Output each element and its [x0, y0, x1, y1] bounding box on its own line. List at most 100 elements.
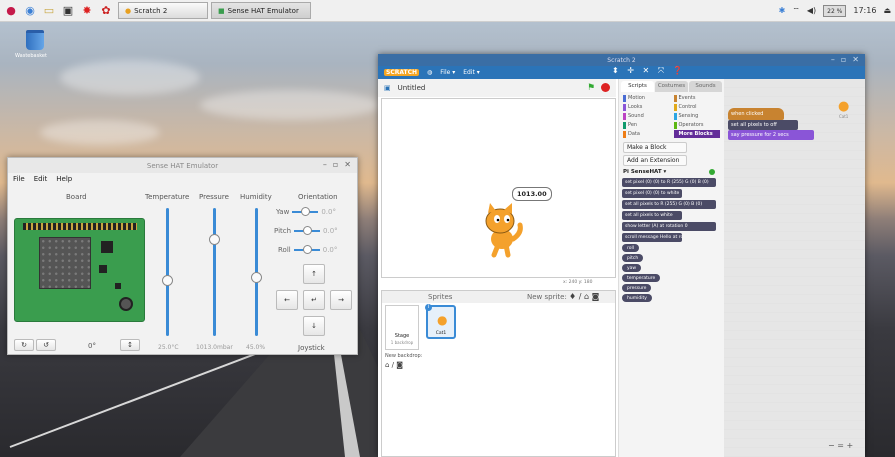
- sprite-info-icon[interactable]: i: [425, 304, 432, 311]
- wastebasket-desktop-icon[interactable]: Wastebasket: [15, 30, 50, 59]
- joystick-left-button[interactable]: ←: [276, 290, 298, 310]
- roll-control[interactable]: Roll 0.0°: [278, 245, 337, 254]
- bluetooth-icon[interactable]: ✱: [779, 6, 786, 15]
- sensehat-block[interactable]: scroll message Hello at rotation 0: [622, 233, 682, 242]
- joystick-up-button[interactable]: ↑: [303, 264, 325, 284]
- rotate-right-button[interactable]: ↺: [36, 339, 56, 351]
- pitch-slider[interactable]: [294, 226, 321, 235]
- green-flag-icon[interactable]: ⚑: [587, 83, 595, 93]
- reporter-block[interactable]: temperature: [622, 274, 661, 282]
- scratch-cat-sprite[interactable]: [476, 203, 526, 259]
- volume-icon[interactable]: ◀): [807, 6, 816, 15]
- browser-icon[interactable]: ◉: [23, 4, 37, 18]
- taskbar-app-sensehat[interactable]: ■ Sense HAT Emulator: [211, 2, 311, 19]
- menu-edit[interactable]: Edit ▾: [463, 69, 480, 76]
- fullscreen-icon[interactable]: ▣: [384, 84, 391, 92]
- pitch-control[interactable]: Pitch 0.0°: [274, 226, 338, 235]
- stage-thumbnail[interactable]: Stage 1 backdrop: [385, 305, 419, 350]
- extension-name[interactable]: Pi SenseHAT ▾: [623, 169, 666, 175]
- file-manager-icon[interactable]: ▭: [42, 4, 56, 18]
- mathematica-icon[interactable]: ✿: [99, 4, 113, 18]
- pressure-slider-handle[interactable]: [209, 234, 220, 245]
- script-block[interactable]: say pressure for 2 secs: [728, 130, 814, 140]
- reporter-block[interactable]: humidity: [622, 294, 652, 302]
- menu-file[interactable]: File ▾: [440, 69, 455, 76]
- category-more-blocks[interactable]: More Blocks: [673, 130, 720, 138]
- category-data[interactable]: Data: [623, 130, 670, 138]
- sensehat-block[interactable]: set all pixels to R (255) G (0) B (0): [622, 200, 716, 209]
- add-extension-button[interactable]: Add an Extension: [623, 155, 687, 166]
- pressure-slider[interactable]: [213, 208, 216, 336]
- window-titlebar[interactable]: Scratch 2 – ▫ ✕: [378, 54, 865, 66]
- eject-icon[interactable]: ⏏: [883, 6, 891, 15]
- script-hat-block[interactable]: when clicked: [728, 108, 784, 120]
- stop-icon[interactable]: [601, 83, 610, 92]
- project-title-input[interactable]: Untitled: [398, 84, 426, 92]
- close-icon[interactable]: ✕: [852, 55, 859, 64]
- sensehat-block[interactable]: show letter (A) at rotation 0: [622, 222, 716, 231]
- reporter-block[interactable]: pressure: [622, 284, 652, 292]
- window-titlebar[interactable]: Sense HAT Emulator – ▫ ✕: [8, 158, 357, 173]
- sensehat-block[interactable]: set all pixels to white: [622, 211, 682, 220]
- category-sound[interactable]: Sound: [623, 112, 670, 120]
- yaw-value: 0.0°: [321, 208, 336, 216]
- reporter-block[interactable]: yaw: [622, 264, 642, 272]
- minimize-icon[interactable]: –: [831, 55, 835, 64]
- humidity-slider-handle[interactable]: [251, 272, 262, 283]
- zoom-controls[interactable]: − = +: [828, 441, 853, 450]
- maximize-icon[interactable]: ▫: [333, 160, 338, 169]
- menu-file[interactable]: File: [13, 175, 25, 183]
- yaw-slider[interactable]: [292, 207, 319, 216]
- script-block[interactable]: set all pixels to off: [728, 120, 798, 130]
- category-looks[interactable]: Looks: [623, 103, 670, 111]
- temperature-slider[interactable]: [166, 208, 169, 336]
- pressure-value: 1013.0mbar: [196, 344, 233, 351]
- wolfram-icon[interactable]: ✸: [80, 4, 94, 18]
- category-events[interactable]: Events: [673, 94, 721, 102]
- category-operators[interactable]: Operators: [673, 121, 721, 129]
- cursor-tools[interactable]: ⬍ ✛ ✕ ⤧ ❓: [612, 66, 686, 76]
- maximize-icon[interactable]: ▫: [841, 55, 846, 64]
- new-sprite-label: New sprite:: [527, 293, 567, 301]
- tab-sounds[interactable]: Sounds: [689, 81, 722, 92]
- flip-button[interactable]: ↕: [120, 339, 140, 351]
- yaw-control[interactable]: Yaw 0.0°: [276, 207, 336, 216]
- category-color-swatch: [623, 94, 626, 102]
- new-backdrop-tools-icon[interactable]: ⌂ / ◙: [385, 361, 403, 369]
- block-palette: Scripts Costumes Sounds Motion Events Look…: [618, 79, 724, 457]
- temperature-slider-handle[interactable]: [162, 275, 173, 286]
- script-area[interactable]: when clicked set all pixels to off say p…: [724, 79, 865, 457]
- category-control[interactable]: Control: [673, 103, 721, 111]
- category-color-swatch: [623, 112, 626, 120]
- make-a-block-button[interactable]: Make a Block: [623, 142, 687, 153]
- trash-label: Wastebasket: [15, 53, 47, 59]
- category-pen[interactable]: Pen: [623, 121, 670, 129]
- close-icon[interactable]: ✕: [344, 160, 351, 169]
- roll-slider[interactable]: [293, 245, 320, 254]
- tab-scripts[interactable]: Scripts: [621, 81, 654, 92]
- raspberry-menu-icon[interactable]: ●: [4, 4, 18, 18]
- joystick-down-button[interactable]: ↓: [303, 316, 325, 336]
- sensehat-block[interactable]: set pixel (0) (0) to R (255) G (0) B (0): [622, 178, 716, 187]
- rotate-left-button[interactable]: ↻: [14, 339, 34, 351]
- category-label: Motion: [628, 95, 645, 101]
- category-color-swatch: [623, 130, 626, 138]
- reporter-block[interactable]: pitch: [622, 254, 644, 262]
- category-motion[interactable]: Motion: [623, 94, 670, 102]
- sensehat-block[interactable]: set pixel (0) (0) to white: [622, 189, 682, 198]
- menu-help[interactable]: Help: [56, 175, 72, 183]
- stage[interactable]: 1013.00: [381, 98, 616, 278]
- terminal-icon[interactable]: ▣: [61, 4, 75, 18]
- joystick-enter-button[interactable]: ↵: [303, 290, 325, 310]
- globe-icon[interactable]: ◍: [427, 69, 432, 76]
- category-sensing[interactable]: Sensing: [673, 112, 721, 120]
- minimize-icon[interactable]: –: [323, 160, 327, 169]
- tab-costumes[interactable]: Costumes: [655, 81, 688, 92]
- joystick-right-button[interactable]: →: [330, 290, 352, 310]
- taskbar-app-scratch[interactable]: ● Scratch 2: [118, 2, 208, 19]
- sprite-thumbnail-cat1[interactable]: i ● Cat1: [425, 304, 456, 339]
- new-sprite-tools-icon[interactable]: ♦ / ⌂ ◙: [569, 292, 599, 301]
- menu-edit[interactable]: Edit: [34, 175, 48, 183]
- wifi-icon[interactable]: ⌔: [792, 6, 800, 16]
- reporter-block[interactable]: roll: [622, 244, 640, 252]
